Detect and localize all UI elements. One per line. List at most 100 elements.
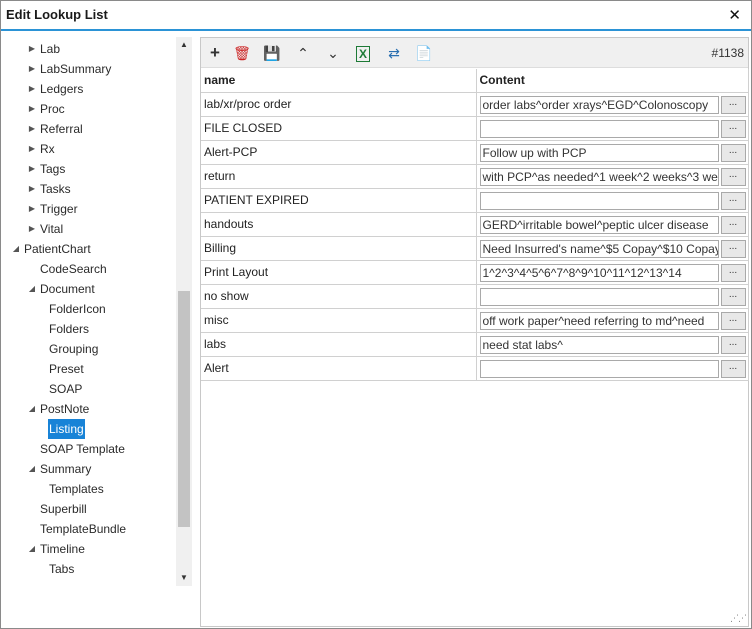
tree-node[interactable]: ▶ LabSummary xyxy=(9,59,179,79)
content-input[interactable]: Follow up with PCP xyxy=(479,143,719,162)
tree-node[interactable]: ▶ Tasks xyxy=(9,179,179,199)
row-name-cell[interactable]: handouts xyxy=(201,212,477,237)
tree-node[interactable]: ▶ Rx xyxy=(9,139,179,159)
grid-row[interactable]: Alert-PCP Follow up with PCP... xyxy=(201,140,749,165)
expanded-arrow-icon[interactable]: ◢ xyxy=(27,399,37,419)
tree-node[interactable]: Tabs xyxy=(9,559,179,579)
tree-node[interactable]: ◢ Timeline xyxy=(9,539,179,559)
content-edit-button[interactable]: ... xyxy=(720,335,746,354)
content-input[interactable] xyxy=(479,359,719,378)
tree-scrollbar[interactable]: ▲ ▼ xyxy=(176,37,192,586)
expanded-arrow-icon[interactable]: ◢ xyxy=(27,459,37,479)
tree-node[interactable]: Folders xyxy=(9,319,179,339)
content-input[interactable]: with PCP^as needed^1 week^2 weeks^3 week… xyxy=(479,167,719,186)
scroll-thumb[interactable] xyxy=(178,291,190,527)
collapsed-arrow-icon[interactable]: ▶ xyxy=(27,119,37,139)
tree-node[interactable]: ◢ Summary xyxy=(9,459,179,479)
row-name-cell[interactable]: Billing xyxy=(201,236,477,261)
grid-row[interactable]: Alert... xyxy=(201,356,749,381)
row-name-cell[interactable]: PATIENT EXPIRED xyxy=(201,188,477,213)
grid-row[interactable]: Print Layout 1^2^3^4^5^6^7^8^9^10^11^12^1… xyxy=(201,260,749,285)
tree-node[interactable]: ▶ Tags xyxy=(9,159,179,179)
collapsed-arrow-icon[interactable]: ▶ xyxy=(27,199,37,219)
column-header-content[interactable]: Content xyxy=(476,69,749,93)
tree-node[interactable]: Templates xyxy=(9,479,179,499)
content-edit-button[interactable]: ... xyxy=(720,95,746,114)
collapsed-arrow-icon[interactable]: ▶ xyxy=(27,139,37,159)
row-name-cell[interactable]: Alert xyxy=(201,356,477,381)
column-header-name[interactable]: name xyxy=(201,69,477,93)
expanded-arrow-icon[interactable]: ◢ xyxy=(27,539,37,559)
content-input[interactable] xyxy=(479,191,719,210)
tree-node[interactable]: FolderIcon xyxy=(9,299,179,319)
tree-node[interactable]: TemplateBundle xyxy=(9,519,179,539)
tree-node[interactable]: ◢ Document xyxy=(9,279,179,299)
tree-node[interactable]: ◢ PostNote xyxy=(9,399,179,419)
delete-button[interactable]: 🗑 xyxy=(232,44,252,62)
tree-node[interactable]: ▶ Trigger xyxy=(9,199,179,219)
row-name-cell[interactable]: Print Layout xyxy=(201,260,477,285)
collapsed-arrow-icon[interactable]: ▶ xyxy=(27,59,37,79)
content-edit-button[interactable]: ... xyxy=(720,167,746,186)
tree-node[interactable]: Preset xyxy=(9,359,179,379)
collapsed-arrow-icon[interactable]: ▶ xyxy=(27,179,37,199)
copy-button[interactable]: 📄 xyxy=(414,44,434,62)
grid-row[interactable]: misc off work paper^need referring to md^… xyxy=(201,308,749,333)
tree-node[interactable]: CodeSearch xyxy=(9,259,179,279)
row-name-cell[interactable]: lab/xr/proc order xyxy=(201,92,477,117)
content-input[interactable]: order labs^order xrays^EGD^Colonoscopy xyxy=(479,95,719,114)
content-edit-button[interactable]: ... xyxy=(720,119,746,138)
content-input[interactable]: 1^2^3^4^5^6^7^8^9^10^11^12^13^14 xyxy=(479,263,719,282)
tree-node[interactable]: Listing xyxy=(9,419,179,439)
resize-grip-icon[interactable]: ⋰⋰ xyxy=(730,613,747,624)
expanded-arrow-icon[interactable]: ◢ xyxy=(11,239,21,259)
collapsed-arrow-icon[interactable]: ▶ xyxy=(27,39,37,59)
content-edit-button[interactable]: ... xyxy=(720,359,746,378)
content-input[interactable]: off work paper^need referring to md^need xyxy=(479,311,719,330)
tree-node[interactable]: ▶ Proc xyxy=(9,99,179,119)
content-edit-button[interactable]: ... xyxy=(720,311,746,330)
collapsed-arrow-icon[interactable]: ▶ xyxy=(27,79,37,99)
collapsed-arrow-icon[interactable]: ▶ xyxy=(27,219,37,239)
content-input[interactable]: need stat labs^ xyxy=(479,335,719,354)
content-input[interactable] xyxy=(479,287,719,306)
tree-node[interactable]: SOAP xyxy=(9,379,179,399)
row-name-cell[interactable]: FILE CLOSED xyxy=(201,116,477,141)
content-edit-button[interactable]: ... xyxy=(720,191,746,210)
row-name-cell[interactable]: misc xyxy=(201,308,477,333)
move-up-button[interactable]: ⌃ xyxy=(293,44,313,62)
content-input[interactable]: GERD^irritable bowel^peptic ulcer diseas… xyxy=(479,215,719,234)
scroll-up-icon[interactable]: ▲ xyxy=(176,37,192,53)
move-down-button[interactable]: ⌄ xyxy=(323,44,343,62)
content-edit-button[interactable]: ... xyxy=(720,143,746,162)
content-edit-button[interactable]: ... xyxy=(720,287,746,306)
grid-row[interactable]: no show... xyxy=(201,284,749,309)
tree-node[interactable]: SOAP Template xyxy=(9,439,179,459)
tree-node[interactable]: Superbill xyxy=(9,499,179,519)
tree-node[interactable]: ▶ Referral xyxy=(9,119,179,139)
row-name-cell[interactable]: return xyxy=(201,164,477,189)
tree-node[interactable]: ▶ Lab xyxy=(9,39,179,59)
close-icon[interactable]: ✕ xyxy=(728,6,741,24)
tree-node[interactable]: ◢ PatientChart xyxy=(9,239,179,259)
tree-node[interactable]: ▶ Vital xyxy=(9,219,179,239)
content-input[interactable] xyxy=(479,119,719,138)
content-input[interactable]: Need Insurred's name^$5 Copay^$10 Copay xyxy=(479,239,719,258)
content-edit-button[interactable]: ... xyxy=(720,239,746,258)
grid-row[interactable]: Billing Need Insurred's name^$5 Copay^$10… xyxy=(201,236,749,261)
content-edit-button[interactable]: ... xyxy=(720,215,746,234)
content-edit-button[interactable]: ... xyxy=(720,263,746,282)
grid-row[interactable]: handouts GERD^irritable bowel^peptic ulce… xyxy=(201,212,749,237)
row-name-cell[interactable]: no show xyxy=(201,284,477,309)
save-button[interactable]: 💾 xyxy=(262,44,282,62)
grid-row[interactable]: labs need stat labs^... xyxy=(201,332,749,357)
grid-row[interactable]: lab/xr/proc order order labs^order xrays^… xyxy=(201,92,749,117)
export-excel-button[interactable]: X xyxy=(353,44,373,62)
import-button[interactable]: ⇄ xyxy=(384,44,404,62)
row-name-cell[interactable]: Alert-PCP xyxy=(201,140,477,165)
row-name-cell[interactable]: labs xyxy=(201,332,477,357)
grid-row[interactable]: FILE CLOSED... xyxy=(201,116,749,141)
scroll-down-icon[interactable]: ▼ xyxy=(176,570,192,586)
collapsed-arrow-icon[interactable]: ▶ xyxy=(27,159,37,179)
grid-row[interactable]: PATIENT EXPIRED... xyxy=(201,188,749,213)
